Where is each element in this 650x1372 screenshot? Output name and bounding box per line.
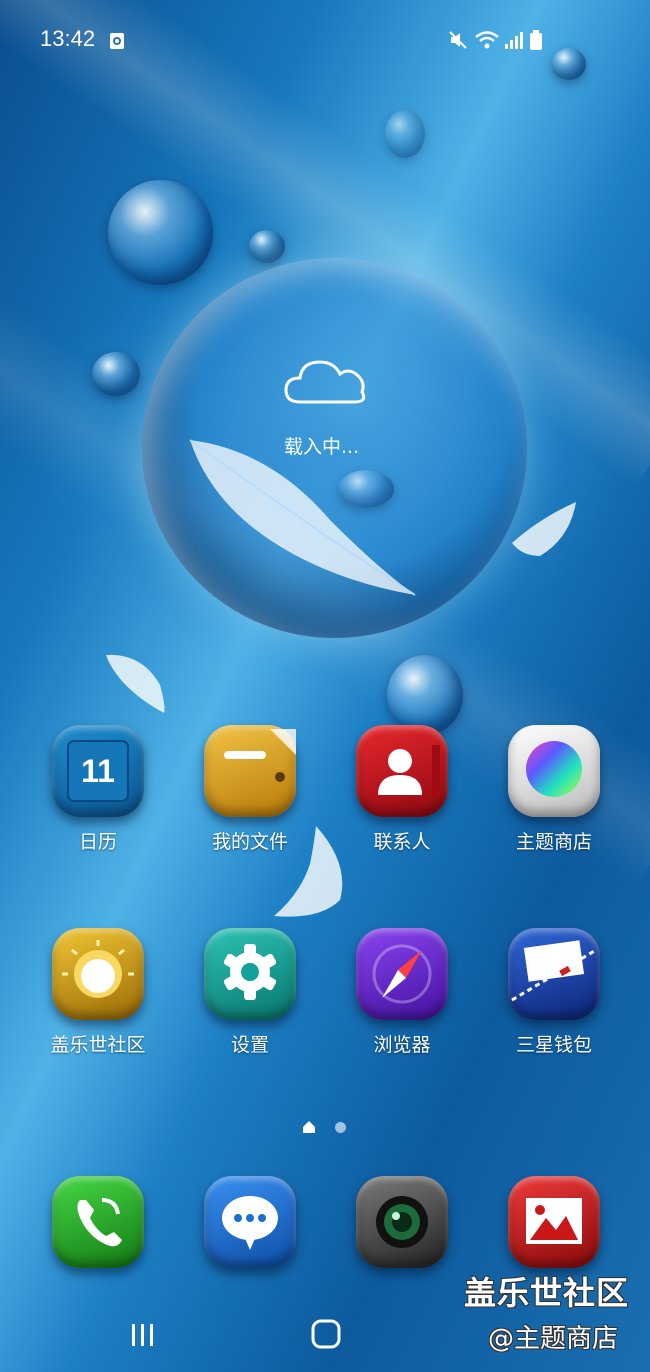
dock-gallery[interactable] (489, 1176, 619, 1268)
dock-messages[interactable] (185, 1176, 315, 1268)
app-label: 主题商店 (515, 831, 592, 853)
camera-icon (356, 1176, 448, 1268)
app-label: 设置 (230, 1034, 269, 1056)
app-label: 联系人 (373, 831, 431, 853)
status-time: 13:42 (40, 26, 96, 51)
battery-icon (529, 30, 543, 54)
feather-decoration (106, 654, 165, 713)
app-my-files[interactable]: 我的文件 (185, 725, 315, 854)
home-page-indicator-icon[interactable] (302, 1120, 316, 1134)
app-theme-store[interactable]: 主题商店 (489, 725, 619, 854)
app-samsung-wallet[interactable]: 三星钱包 (489, 928, 619, 1057)
water-drop-decoration (108, 180, 213, 285)
folder-icon (204, 725, 296, 817)
app-label: 三星钱包 (515, 1034, 592, 1056)
theme-store-icon (508, 725, 600, 817)
status-bar: 13:42 (0, 0, 650, 84)
settings-icon (204, 928, 296, 1020)
calendar-day: 11 (81, 753, 115, 789)
dock-camera[interactable] (337, 1176, 467, 1268)
wallet-icon (508, 928, 600, 1020)
app-label: 浏览器 (373, 1034, 431, 1056)
app-calendar[interactable]: 11 日历 (33, 725, 163, 854)
app-contacts[interactable]: 联系人 (337, 725, 467, 854)
signal-icon (504, 30, 524, 54)
gallery-icon (508, 1176, 600, 1268)
weather-status-text: 载入中... (284, 436, 360, 458)
contacts-icon (356, 725, 448, 817)
browser-icon (356, 928, 448, 1020)
app-galaxy-community[interactable]: 盖乐世社区 (33, 928, 163, 1057)
app-settings[interactable]: 设置 (185, 928, 315, 1057)
notification-icon (109, 32, 125, 54)
app-browser[interactable]: 浏览器 (337, 928, 467, 1057)
community-icon (52, 928, 144, 1020)
mute-icon (448, 30, 468, 54)
messages-icon (204, 1176, 296, 1268)
home-button[interactable] (310, 1318, 342, 1350)
navigation-bar (0, 1300, 650, 1372)
water-drop-decoration (92, 352, 140, 396)
page-dot[interactable] (335, 1122, 346, 1133)
dock-phone[interactable] (33, 1176, 163, 1268)
wifi-icon (474, 30, 500, 54)
cloud-icon (284, 360, 366, 404)
water-drop-decoration (249, 230, 285, 263)
app-label: 盖乐世社区 (50, 1034, 146, 1056)
water-drop-decoration (387, 655, 463, 735)
feather-decoration (512, 502, 576, 556)
water-drop-decoration (552, 48, 586, 80)
app-label: 日历 (78, 831, 117, 853)
recent-apps-button[interactable] (128, 1320, 158, 1350)
app-label: 我的文件 (211, 831, 288, 853)
phone-icon (52, 1176, 144, 1268)
water-drop-decoration (385, 110, 425, 158)
page-indicator (0, 1120, 650, 1134)
calendar-icon: 11 (52, 725, 144, 817)
